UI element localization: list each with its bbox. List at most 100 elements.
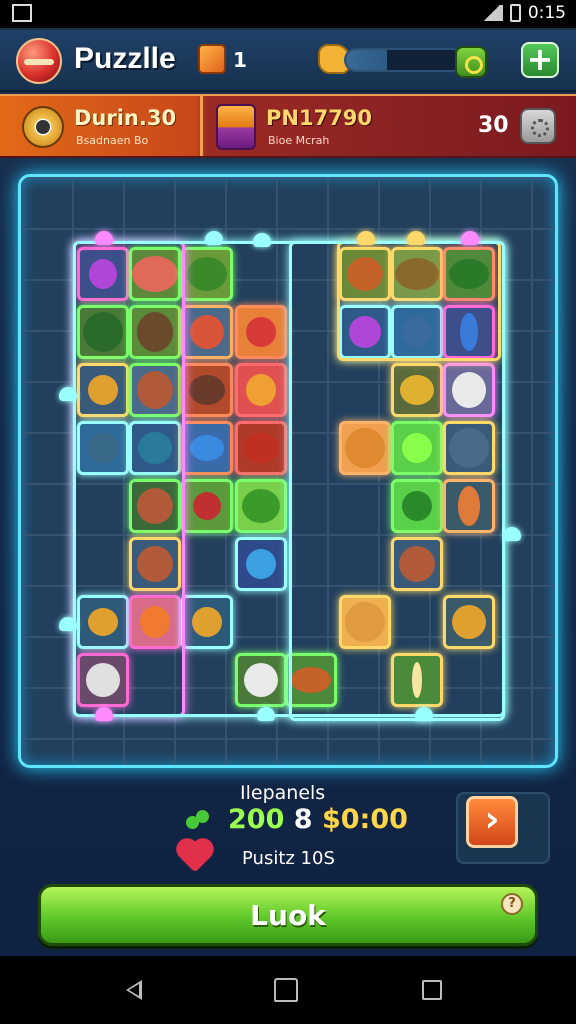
puzzle-tile[interactable] — [443, 363, 495, 417]
puzzle-tile[interactable] — [77, 653, 129, 707]
add-button[interactable]: + — [521, 42, 559, 78]
puzzle-tile[interactable] — [235, 421, 287, 475]
back-icon[interactable] — [126, 980, 142, 1000]
puzzle-tile[interactable] — [77, 595, 129, 649]
puzzle-tile[interactable] — [339, 247, 391, 301]
puzzle-tile[interactable] — [129, 537, 181, 591]
tile-art-icon — [452, 372, 486, 408]
tile-art-icon — [412, 662, 422, 698]
puzzle-tile[interactable] — [181, 247, 233, 301]
puzzle-tile[interactable] — [77, 421, 129, 475]
tile-art-icon — [291, 667, 331, 693]
battery-icon — [509, 4, 521, 22]
player-avatar-icon[interactable] — [22, 106, 64, 148]
puzzle-tile[interactable] — [235, 653, 287, 707]
tile-art-icon — [449, 259, 489, 289]
puzzle-tile[interactable] — [443, 479, 495, 533]
tile-art-icon — [193, 492, 221, 520]
puzzle-tile[interactable] — [443, 247, 495, 301]
puzzle-board[interactable] — [18, 174, 558, 768]
puzzle-tile[interactable] — [181, 421, 233, 475]
puzzle-knob — [503, 527, 521, 541]
prize-green: 200 — [228, 804, 285, 835]
help-badge[interactable]: ? — [501, 893, 523, 915]
puzzle-tile[interactable] — [77, 305, 129, 359]
puzzle-knob — [59, 387, 77, 401]
puzzle-tile[interactable] — [443, 305, 495, 359]
puzzle-tile[interactable] — [391, 247, 443, 301]
tile-art-icon — [345, 602, 385, 642]
puzzle-tile[interactable] — [391, 305, 443, 359]
tile-art-icon — [192, 607, 222, 637]
look-button-label: Luok — [250, 899, 326, 932]
tile-art-icon — [246, 317, 276, 347]
puzzle-tile[interactable] — [235, 479, 287, 533]
puzzle-tile[interactable] — [443, 421, 495, 475]
tile-art-icon — [137, 312, 173, 352]
puzzle-tile[interactable] — [129, 421, 181, 475]
tile-art-icon — [347, 257, 383, 291]
cube-count: 1 — [233, 48, 247, 72]
android-nav-bar — [0, 956, 576, 1024]
puzzle-tile[interactable] — [339, 595, 391, 649]
tile-art-icon — [190, 315, 224, 349]
tile-art-icon — [137, 488, 173, 524]
tile-art-icon — [402, 491, 432, 521]
home-icon[interactable] — [274, 978, 298, 1002]
puzzle-knob — [205, 231, 223, 245]
tile-art-icon — [88, 375, 118, 405]
recent-apps-icon[interactable] — [422, 980, 442, 1000]
puzzle-tile[interactable] — [285, 653, 337, 707]
puzzle-knob — [95, 707, 113, 721]
puzzle-tile[interactable] — [181, 479, 233, 533]
tile-art-icon — [189, 375, 225, 405]
tile-art-icon — [460, 313, 478, 351]
puzzle-tile[interactable] — [391, 421, 443, 475]
puzzle-tile[interactable] — [181, 595, 233, 649]
status-time: 0:15 — [527, 3, 566, 23]
puzzle-knob — [415, 707, 433, 721]
puzzle-tile[interactable] — [391, 653, 443, 707]
gear-icon[interactable] — [455, 46, 487, 78]
tile-art-icon — [399, 546, 435, 582]
screenshot-icon — [12, 4, 32, 22]
puzzle-tile[interactable] — [443, 595, 495, 649]
puzzle-tile[interactable] — [235, 537, 287, 591]
arrow-right-icon: › — [484, 799, 500, 840]
puzzle-tile[interactable] — [181, 363, 233, 417]
puzzle-tile[interactable] — [339, 305, 391, 359]
puzzle-tile[interactable] — [77, 247, 129, 301]
puzzle-tile[interactable] — [129, 595, 181, 649]
look-button[interactable]: Luok ? — [38, 884, 538, 946]
tile-art-icon — [137, 371, 173, 409]
puzzle-tile[interactable] — [129, 305, 181, 359]
tile-art-icon — [187, 257, 227, 291]
puzzle-tile[interactable] — [391, 479, 443, 533]
puzzle-tile[interactable] — [235, 305, 287, 359]
tile-art-icon — [349, 316, 381, 348]
player-row: Durin.30 Bsadnaen Bo PN17790 Bioe Mcrah … — [0, 94, 576, 158]
player-two-subtitle: Bioe Mcrah — [268, 134, 330, 147]
puzzle-tile[interactable] — [129, 479, 181, 533]
status-bar: 0:15 — [0, 0, 576, 28]
opponent-avatar-icon[interactable] — [216, 104, 256, 150]
puzzle-tile[interactable] — [391, 537, 443, 591]
app-title: Puzzlle — [74, 42, 176, 75]
settings-button[interactable] — [520, 108, 556, 144]
puzzle-tile[interactable] — [181, 305, 233, 359]
puzzle-tile[interactable] — [77, 363, 129, 417]
info-panel: Ilepanels 200 8 $0:00 Pusitz 10S › — [0, 774, 576, 884]
prize-mid: 8 — [293, 804, 313, 835]
puzzle-tile[interactable] — [391, 363, 443, 417]
puzzle-tile[interactable] — [235, 363, 287, 417]
info-title: Ilepanels — [240, 782, 326, 804]
player-two-score: 30 — [478, 113, 509, 138]
puzzle-tile[interactable] — [129, 247, 181, 301]
tile-art-icon — [395, 258, 439, 290]
top-bar: Puzzlle 1 + — [0, 30, 576, 92]
next-button[interactable]: › — [466, 796, 518, 848]
puzzle-tile[interactable] — [129, 363, 181, 417]
puzzle-tile[interactable] — [339, 421, 391, 475]
tile-art-icon — [400, 375, 434, 405]
tile-art-icon — [402, 317, 432, 347]
